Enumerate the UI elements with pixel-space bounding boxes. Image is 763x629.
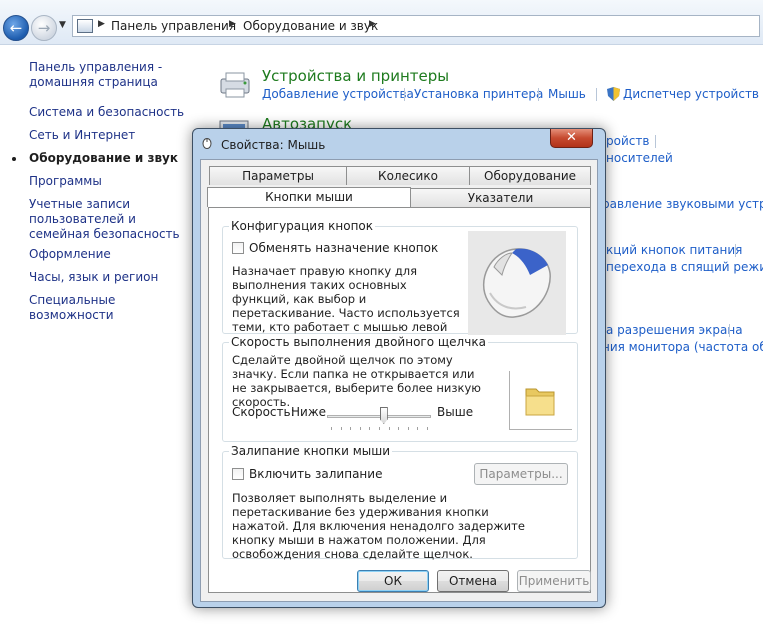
nav-user-accounts[interactable]: Учетные записи пользователей и семейная … [29, 197, 194, 242]
forward-button[interactable]: → [31, 15, 57, 41]
mouse-image-icon [483, 248, 551, 318]
link-separator [729, 324, 730, 337]
nav-hardware-sound: Оборудование и звук [29, 151, 178, 165]
mouse-link[interactable]: Мышь [548, 87, 586, 101]
add-device-link[interactable]: Добавление устройства [262, 87, 414, 101]
slider-tick [369, 427, 371, 430]
swap-buttons-checkbox[interactable] [232, 242, 244, 254]
nav-clock-language-region[interactable]: Часы, язык и регион [29, 270, 194, 285]
click-lock-checkbox[interactable] [232, 468, 244, 480]
nav-programs[interactable]: Программы [29, 174, 194, 189]
slider-tick [331, 427, 332, 430]
sleep-mode-link[interactable]: перехода в спящий режим [606, 260, 763, 274]
device-manager-link[interactable]: Диспетчер устройств [623, 87, 759, 101]
control-panel-icon [77, 19, 93, 33]
back-button[interactable]: ← [3, 15, 29, 41]
slider-tick [359, 427, 361, 430]
click-lock-title: Залипание кнопки мыши [229, 444, 393, 458]
slider-tick [407, 427, 409, 430]
sound-devices-link[interactable]: равление звуковыми устрой [602, 197, 763, 211]
breadcrumb-hardware-sound[interactable]: Оборудование и звук [243, 19, 378, 33]
slider-tick [350, 427, 352, 430]
link-separator [596, 88, 597, 101]
nav-network-internet[interactable]: Сеть и Интернет [29, 128, 194, 143]
speed-slow-label: Ниже [291, 405, 327, 419]
speed-fast-label: Выше [437, 405, 474, 419]
speed-label: Скорость: [232, 405, 295, 419]
link-separator [655, 135, 656, 148]
monitor-refresh-link[interactable]: ния монитора (частота обно [602, 340, 763, 354]
tab-hardware[interactable]: Оборудование [469, 166, 591, 185]
explorer-toolbar: ← → ▼ ▶ Панель управления ▶ Оборудование… [0, 0, 763, 45]
slider-tick [398, 427, 400, 430]
nav-ease-of-access[interactable]: Специальные возможности [29, 293, 194, 323]
left-navigation: Панель управления - домашняя страница Си… [0, 45, 200, 629]
breadcrumb-arrow-icon[interactable]: ▶ [98, 19, 105, 29]
cancel-button[interactable]: Отмена [437, 570, 509, 592]
autoplay-link-1[interactable]: ройств [606, 134, 649, 148]
address-bar[interactable]: ▶ Панель управления ▶ Оборудование и зву… [72, 15, 760, 37]
breadcrumb-arrow-icon[interactable]: ▶ [369, 19, 376, 29]
slider-tick [379, 427, 380, 430]
swap-buttons-label[interactable]: Обменять назначение кнопок [249, 241, 438, 255]
folder-icon[interactable] [510, 371, 572, 429]
breadcrumb-control-panel[interactable]: Панель управления [111, 19, 236, 33]
breadcrumb-arrow-icon[interactable]: ▶ [229, 19, 236, 29]
test-folder-area[interactable] [509, 371, 572, 430]
tab-buttons[interactable]: Кнопки мыши [207, 187, 411, 207]
link-separator [735, 244, 736, 257]
printer-icon [220, 72, 250, 98]
add-printer-link[interactable]: Установка принтера [414, 87, 543, 101]
click-lock-description: Позволяет выполнять выделение и перетаск… [232, 491, 525, 561]
slider-tick [388, 427, 390, 430]
devices-printers-title[interactable]: Устройства и принтеры [262, 67, 449, 85]
dialog-titlebar[interactable]: Свойства: Мышь ✕ [193, 129, 605, 157]
double-click-title: Скорость выполнения двойного щелчка [229, 335, 488, 349]
click-lock-settings-button[interactable]: Параметры... [474, 463, 568, 485]
double-click-description: Сделайте двойной щелчок по этому значку.… [232, 353, 481, 409]
screen-resolution-link[interactable]: а разрешения экрана [606, 323, 743, 337]
tab-pointers[interactable]: Указатели [410, 188, 591, 207]
ok-button[interactable]: ОК [357, 570, 429, 592]
close-button[interactable]: ✕ [550, 129, 593, 148]
nav-system-security[interactable]: Система и безопасность [29, 105, 194, 120]
link-separator [538, 88, 539, 101]
mouse-icon [202, 138, 212, 149]
speed-slider-track[interactable] [327, 415, 431, 418]
button-config-group: Конфигурация кнопок Обменять назначение … [222, 219, 578, 348]
dialog-title: Свойства: Мышь [221, 138, 326, 152]
speed-slider-thumb[interactable] [379, 407, 388, 424]
button-config-title: Конфигурация кнопок [229, 219, 376, 233]
slider-tick [340, 427, 342, 430]
power-buttons-link[interactable]: кций кнопок питания [606, 243, 742, 257]
tab-pointer-options[interactable]: Параметры указателя [209, 166, 347, 201]
slider-tick [427, 427, 428, 430]
nav-appearance[interactable]: Оформление [29, 247, 194, 262]
apply-button[interactable]: Применить [517, 570, 591, 592]
mouse-preview [468, 231, 566, 335]
buttons-tab-panel: Конфигурация кнопок Обменять назначение … [208, 207, 591, 593]
current-item-bullet [12, 157, 16, 161]
dialog-body: Параметры указателя Колесико Оборудовани… [200, 159, 598, 602]
double-click-group: Скорость выполнения двойного щелчка Сдел… [222, 335, 578, 442]
mouse-properties-dialog: Свойства: Мышь ✕ Параметры указателя Кол… [192, 128, 606, 608]
recent-pages-dropdown-icon[interactable]: ▼ [59, 20, 66, 30]
uac-shield-icon [607, 87, 620, 101]
tab-wheel[interactable]: Колесико [346, 166, 470, 185]
click-lock-label[interactable]: Включить залипание [249, 467, 382, 481]
slider-tick [417, 427, 419, 430]
link-separator [404, 88, 405, 101]
autoplay-link-2[interactable]: носителей [606, 151, 673, 165]
click-lock-group: Залипание кнопки мыши Включить залипание… [222, 444, 578, 561]
nav-control-panel-home[interactable]: Панель управления - домашняя страница [29, 60, 194, 90]
